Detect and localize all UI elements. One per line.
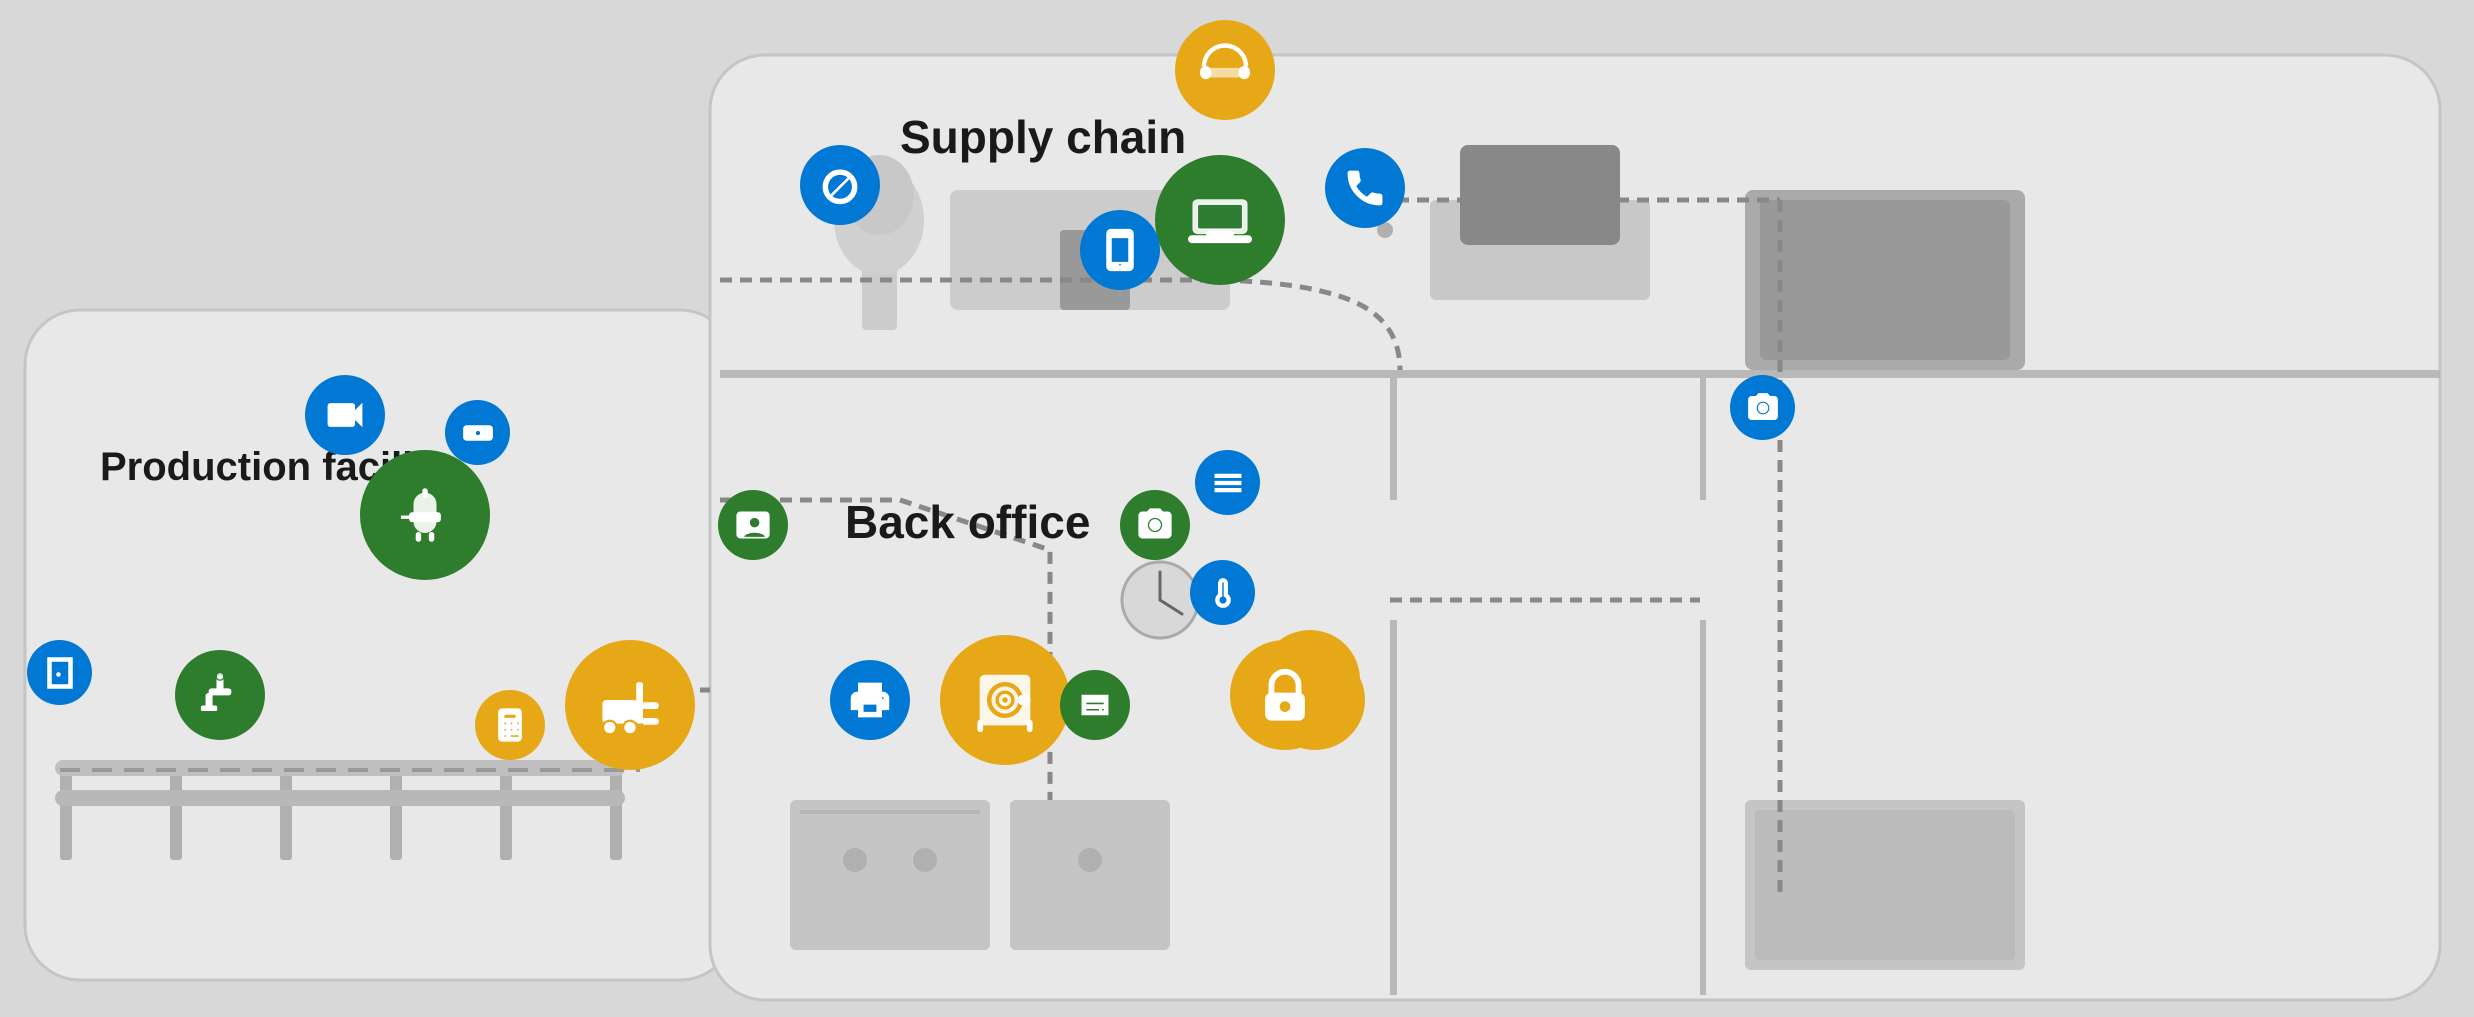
access-badge-icon xyxy=(718,490,788,560)
printer-icon xyxy=(830,660,910,740)
keypad-icon-supply-chain xyxy=(1325,148,1405,228)
supply-chain-label: Supply chain xyxy=(900,110,1186,164)
back-office-label: Back office xyxy=(845,495,1090,549)
camera-icon-right-section xyxy=(1730,375,1795,440)
tank-icon-production xyxy=(360,450,490,580)
forklift-icon xyxy=(565,640,695,770)
laptop-icon-supply-chain xyxy=(1155,155,1285,285)
camera-icon-supply-chain xyxy=(800,145,880,225)
calculator-icon-production xyxy=(475,690,545,760)
control-panel-icon-right xyxy=(1195,450,1260,515)
camera-icon-back-office xyxy=(1120,490,1190,560)
mobile-phone-icon xyxy=(1080,210,1160,290)
hololens-icon-top xyxy=(1175,20,1275,120)
scene: Production facility Supply chain Back of… xyxy=(0,0,2474,1017)
conveyor-connection-icon xyxy=(445,400,510,465)
robot-arm-icon xyxy=(175,650,265,740)
door-panel-icon-production xyxy=(27,640,92,705)
lock-icon-far-right xyxy=(1230,640,1340,750)
nvr-box-icon xyxy=(1060,670,1130,740)
thermostat-icon xyxy=(1190,560,1255,625)
safe-icon xyxy=(940,635,1070,765)
camera-icon-production-top xyxy=(305,375,385,455)
